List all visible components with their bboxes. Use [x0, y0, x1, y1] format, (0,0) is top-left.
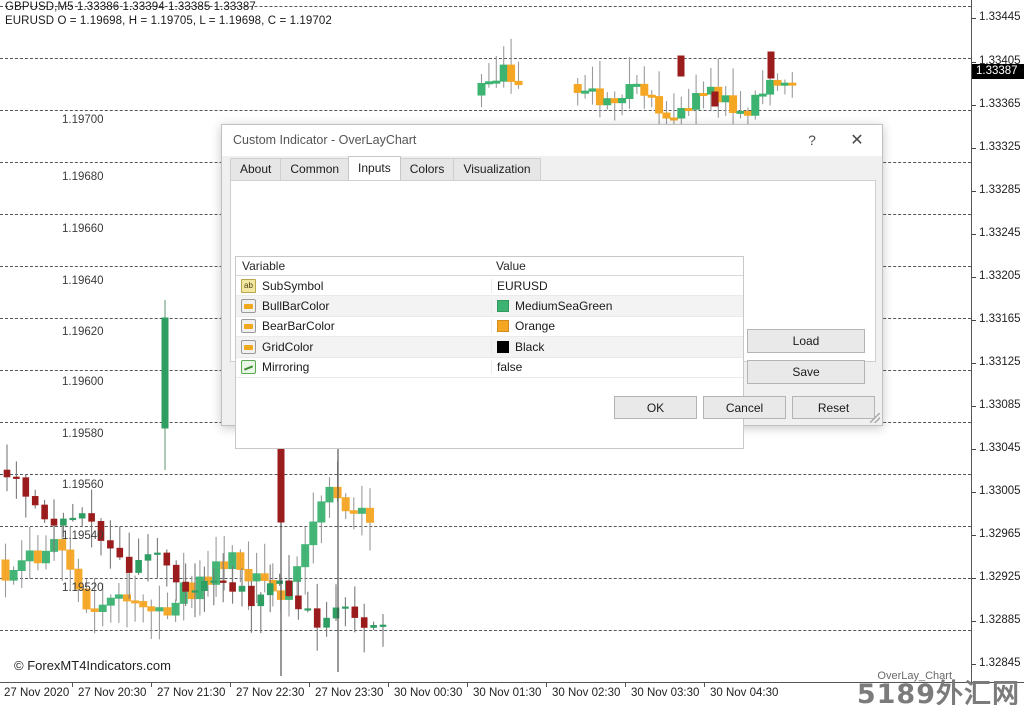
parameter-name: BullBarColor: [262, 299, 330, 314]
price-tick: 1.33125: [972, 356, 1021, 368]
overlay-price-label: 1.19560: [62, 479, 104, 491]
time-tick: 27 Nov 21:30: [150, 682, 226, 699]
time-tick: 27 Nov 23:30: [308, 682, 384, 699]
price-tick: 1.33325: [972, 141, 1021, 153]
overlay-price-label: 1.19660: [62, 223, 104, 235]
overlay-price-label: 1.19600: [62, 376, 104, 388]
tab-visualization[interactable]: Visualization: [453, 158, 541, 180]
parameters-grid[interactable]: Variable Value ab SubSymbol EURUSD BullBarCol…: [235, 256, 744, 449]
custom-indicator-dialog[interactable]: Custom Indicator - OverLayChart ? ✕ Abou…: [221, 124, 883, 449]
color-icon: [241, 339, 256, 354]
text-input-icon: ab: [241, 278, 256, 293]
parameter-value: Orange: [515, 319, 556, 334]
dialog-titlebar[interactable]: Custom Indicator - OverLayChart ? ✕: [222, 125, 882, 157]
parameter-value: MediumSeaGreen: [515, 299, 613, 314]
cancel-button[interactable]: Cancel: [703, 396, 786, 419]
ok-button[interactable]: OK: [614, 396, 697, 419]
parameter-value: EURUSD: [497, 278, 548, 293]
parameter-name-cell[interactable]: BearBarColor: [236, 319, 491, 334]
tab-inputs[interactable]: Inputs: [348, 156, 401, 180]
parameter-value-cell[interactable]: MediumSeaGreen: [491, 299, 743, 314]
overlay-price-label: 1.19680: [62, 171, 104, 183]
price-tick: 1.32845: [972, 657, 1021, 669]
time-tick: 27 Nov 2020: [4, 687, 70, 699]
price-tick: 1.33285: [972, 184, 1021, 196]
price-tick: 1.33245: [972, 227, 1021, 239]
parameter-name-cell[interactable]: ab SubSymbol: [236, 278, 491, 293]
overlay-price-label: 1.19700: [62, 114, 104, 126]
copyright-watermark: © ForexMT4Indicators.com: [14, 658, 171, 673]
dialog-tabstrip[interactable]: About Common Inputs Colors Visualization: [230, 156, 541, 180]
quote-line-overlay: EURUSD O = 1.19698, H = 1.19705, L = 1.1…: [5, 14, 332, 27]
price-tick: 1.32885: [972, 614, 1021, 626]
parameter-value: Black: [515, 339, 545, 354]
price-tick: 1.33205: [972, 270, 1021, 282]
close-icon[interactable]: ✕: [840, 125, 874, 156]
time-tick: 30 Nov 02:30: [545, 682, 621, 699]
parameter-value: false: [497, 360, 523, 375]
price-tick: 1.33365: [972, 98, 1021, 110]
tab-about[interactable]: About: [230, 158, 282, 180]
parameter-row[interactable]: BullBarColor MediumSeaGreen: [236, 296, 743, 317]
overlay-price-label: 1.19540: [62, 530, 104, 542]
reset-button[interactable]: Reset: [792, 396, 875, 419]
time-tick: 30 Nov 03:30: [624, 682, 700, 699]
parameter-name: BearBarColor: [262, 319, 335, 334]
load-button[interactable]: Load: [747, 329, 865, 353]
color-icon: [241, 319, 256, 334]
time-tick: 30 Nov 00:30: [387, 682, 463, 699]
tab-colors[interactable]: Colors: [399, 158, 455, 180]
price-tick: 1.33085: [972, 399, 1021, 411]
column-header-variable: Variable: [242, 259, 286, 273]
parameter-name-cell[interactable]: GridColor: [236, 339, 491, 354]
current-price-label: 1.33387: [972, 64, 1024, 79]
time-tick: 27 Nov 22:30: [229, 682, 305, 699]
parameter-row[interactable]: GridColor Black: [236, 337, 743, 358]
parameter-name: GridColor: [262, 339, 314, 354]
tab-common[interactable]: Common: [280, 158, 350, 180]
color-swatch: [497, 340, 509, 353]
dialog-title: Custom Indicator - OverLayChart: [233, 133, 417, 147]
parameter-row[interactable]: Mirroring false: [236, 358, 743, 378]
time-tick: 30 Nov 01:30: [466, 682, 542, 699]
quote-line-main: GBPUSD,M5 1.33386 1.33394 1.33385 1.3338…: [5, 1, 256, 13]
question-mark-icon[interactable]: ?: [795, 125, 829, 156]
time-tick: 30 Nov 04:30: [703, 682, 779, 699]
parameter-value-cell[interactable]: Black: [491, 339, 743, 354]
parameter-name: SubSymbol: [262, 278, 324, 293]
overlay-price-label: 1.19620: [62, 326, 104, 338]
parameter-row[interactable]: ab SubSymbol EURUSD: [236, 276, 743, 297]
mt4-terminal-window: GBPUSD,M5 1.33386 1.33394 1.33385 1.3338…: [0, 0, 1024, 705]
price-tick: 1.32925: [972, 571, 1021, 583]
site-watermark: 5189外汇网: [856, 679, 1020, 705]
resize-grip[interactable]: [870, 413, 880, 423]
save-button[interactable]: Save: [747, 360, 865, 384]
grid-header-row: Variable Value: [236, 257, 743, 276]
quote-header: GBPUSD,M5 1.33386 1.33394 1.33385 1.3338…: [5, 1, 332, 28]
price-tick: 1.33165: [972, 313, 1021, 325]
color-icon: [241, 299, 256, 314]
parameter-name-cell[interactable]: BullBarColor: [236, 299, 491, 314]
parameter-name: Mirroring: [262, 360, 310, 375]
price-tick: 1.33045: [972, 442, 1021, 454]
parameter-name-cell[interactable]: Mirroring: [236, 360, 491, 375]
parameter-value-cell[interactable]: false: [491, 360, 743, 375]
overlay-price-label: 1.19580: [62, 428, 104, 440]
time-tick: 27 Nov 20:30: [71, 682, 147, 699]
price-tick: 1.33445: [972, 11, 1021, 23]
price-tick: 1.32965: [972, 528, 1021, 540]
overlay-price-label: 1.19520: [62, 582, 104, 594]
parameter-value-cell[interactable]: Orange: [491, 319, 743, 334]
column-header-value: Value: [496, 259, 526, 273]
color-swatch: [497, 300, 509, 313]
parameter-value-cell[interactable]: EURUSD: [491, 278, 743, 293]
price-tick: 1.33005: [972, 485, 1021, 497]
color-swatch: [497, 320, 509, 333]
overlay-price-label: 1.19640: [62, 275, 104, 287]
parameter-row[interactable]: BearBarColor Orange: [236, 317, 743, 338]
price-scale-axis[interactable]: 1.33445 1.33405 1.33365 1.33325 1.33285 1.332…: [971, 0, 1024, 682]
chart-icon: [241, 360, 256, 375]
